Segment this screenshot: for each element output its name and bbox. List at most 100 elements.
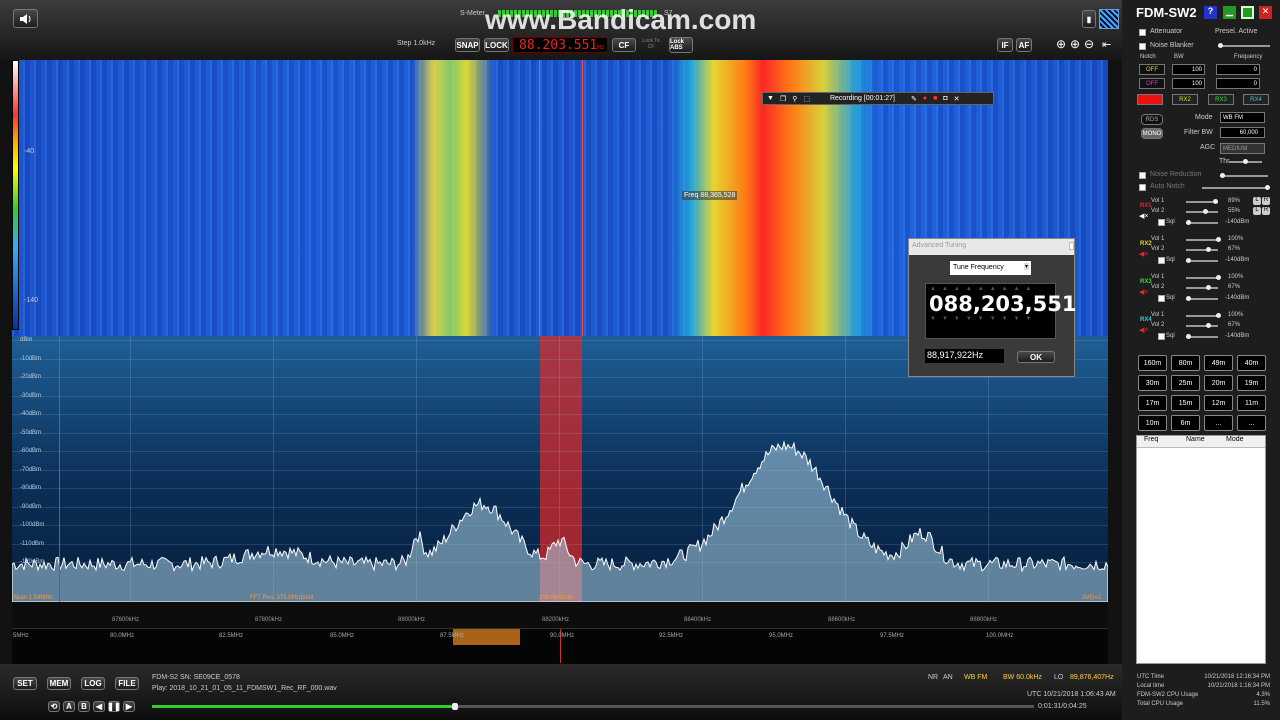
dialog-close-icon[interactable] [1069,242,1074,250]
noise-reduction-checkbox[interactable] [1139,172,1146,179]
band-button[interactable]: 17m [1138,395,1167,411]
search-icon[interactable]: ⚲ [792,95,797,103]
if-button[interactable]: IF [997,38,1013,52]
set-button[interactable]: SET [13,677,37,690]
auto-notch-slider[interactable] [1202,185,1270,190]
rx2-tab[interactable]: RX2 [1172,94,1198,105]
zoom-in-more-icon[interactable]: ⊕ [1070,37,1080,51]
memory-list[interactable]: Freq Name Mode [1136,435,1266,664]
band-button[interactable]: 25m [1171,375,1200,391]
band-button[interactable]: ... [1204,415,1233,431]
slider-knob[interactable] [1186,296,1191,301]
sql-checkbox[interactable] [1158,295,1165,302]
tune-mode-select[interactable]: Tune Frequency ▾ [950,261,1031,275]
minimize-icon[interactable]: ▁ [1223,6,1236,19]
band-button[interactable]: 12m [1204,395,1233,411]
digit-up-arrows[interactable]: ▲▲▲▲▲▲▲▲▲ [926,284,1055,292]
mem-col-freq[interactable]: Freq [1137,436,1182,447]
back-arrow-icon[interactable]: ⇤ [1102,38,1111,51]
frequency-entry-display[interactable]: ▲▲▲▲▲▲▲▲▲ 088,203,551 ▼▼▼▼▼▼▼▼▼ [925,283,1076,339]
dropdown-icon[interactable]: ▼ [767,95,774,102]
band-button[interactable]: 40m [1237,355,1266,371]
step-label[interactable]: Step 1.0kHz [397,40,435,47]
rds-button[interactable]: RDS [1141,114,1163,125]
band-button[interactable]: 6m [1171,415,1200,431]
attenuator-checkbox[interactable] [1139,29,1146,36]
band-button[interactable]: 10m [1138,415,1167,431]
lock-abs-button[interactable]: Lock ABS [669,37,693,53]
mem-col-mode[interactable]: Mode [1222,436,1262,447]
stop-icon[interactable]: ■ [933,95,937,102]
marker-b-icon[interactable]: B [78,701,90,712]
maximize-icon[interactable] [1241,6,1254,19]
slider-knob[interactable] [1186,258,1191,263]
right-channel-icon[interactable]: R [1262,207,1270,215]
slider-knob[interactable] [1206,285,1212,290]
sql-checkbox[interactable] [1158,257,1165,264]
noise-reduction-slider[interactable] [1220,173,1268,178]
vol2-slider[interactable] [1186,285,1218,290]
grid-view-icon[interactable] [1099,9,1119,29]
mem-button[interactable]: MEM [47,677,71,690]
agc-select[interactable]: MEDIUM [1220,143,1265,154]
auto-notch-checkbox[interactable] [1139,184,1146,191]
sql-checkbox[interactable] [1158,333,1165,340]
vol1-slider[interactable] [1186,275,1221,280]
slider-knob[interactable] [1186,220,1191,225]
log-button[interactable]: LOG [81,677,105,690]
lock-button[interactable]: LOCK [484,38,509,52]
close-window-icon[interactable]: ✕ [1259,6,1272,19]
sql-slider[interactable] [1186,296,1218,301]
band-button[interactable]: 49m [1204,355,1233,371]
band-button[interactable]: 160m [1138,355,1167,371]
crop-icon[interactable]: ⬚ [803,95,810,103]
right-channel-icon[interactable]: R [1262,197,1270,205]
close-icon[interactable]: ✕ [954,95,960,103]
filter-bw-input[interactable]: 60,000 [1220,127,1265,138]
slider-knob[interactable] [1206,323,1212,328]
slider-knob[interactable] [1206,247,1212,252]
band-button[interactable]: 30m [1138,375,1167,391]
slider-knob[interactable] [1216,237,1221,242]
slider-knob[interactable] [1212,199,1218,204]
band-button[interactable]: 15m [1171,395,1200,411]
ok-button[interactable]: OK [1017,351,1055,363]
notch2-frequency[interactable]: 0 [1216,78,1260,89]
help-icon[interactable]: ? [1204,6,1217,19]
vol1-slider[interactable] [1186,237,1221,242]
notch2-bw[interactable]: 100 [1172,78,1205,89]
sql-slider[interactable] [1186,220,1218,225]
rx1-tab[interactable]: RX1 [1137,94,1163,105]
af-button[interactable]: AF [1016,38,1032,52]
camera-icon[interactable]: ◘ [943,95,947,102]
cf-button[interactable]: CF [612,38,636,52]
playback-handle[interactable] [451,703,458,710]
vol1-slider[interactable] [1186,313,1221,318]
thr-slider[interactable] [1229,159,1262,164]
left-channel-icon[interactable]: L [1253,207,1261,215]
file-button[interactable]: FILE [115,677,139,690]
frequency-display[interactable]: 88.203.551Hz [512,37,608,53]
notch1-frequency[interactable]: 0 [1216,64,1260,75]
vol2-slider[interactable] [1186,247,1218,252]
lock-to-cf-button[interactable]: Lock To CF [640,38,662,50]
vol1-slider[interactable] [1186,199,1218,204]
mode-select[interactable]: WB FM [1220,112,1265,123]
noise-blanker-checkbox[interactable] [1139,43,1146,50]
pencil-icon[interactable]: ✎ [911,95,917,103]
digit-down-arrows[interactable]: ▼▼▼▼▼▼▼▼▼ [926,316,1055,322]
left-channel-icon[interactable]: L [1253,197,1261,205]
vol2-slider[interactable] [1186,209,1218,214]
vol2-slider[interactable] [1186,323,1218,328]
rewind-icon[interactable]: ◀ [93,701,105,712]
sql-slider[interactable] [1186,334,1218,339]
mute-speaker-icon[interactable]: ◀× [1139,326,1148,334]
loop-icon[interactable]: ⟲ [48,701,60,712]
notch2-toggle[interactable]: OFF [1139,78,1165,89]
mono-button[interactable]: MONO [1141,128,1163,139]
notch1-toggle[interactable]: OFF [1139,64,1165,75]
band-button[interactable]: ... [1237,415,1266,431]
rx4-tab[interactable]: RX4 [1243,94,1269,105]
record-icon[interactable]: ● [923,95,927,102]
notch1-bw[interactable]: 100 [1172,64,1205,75]
